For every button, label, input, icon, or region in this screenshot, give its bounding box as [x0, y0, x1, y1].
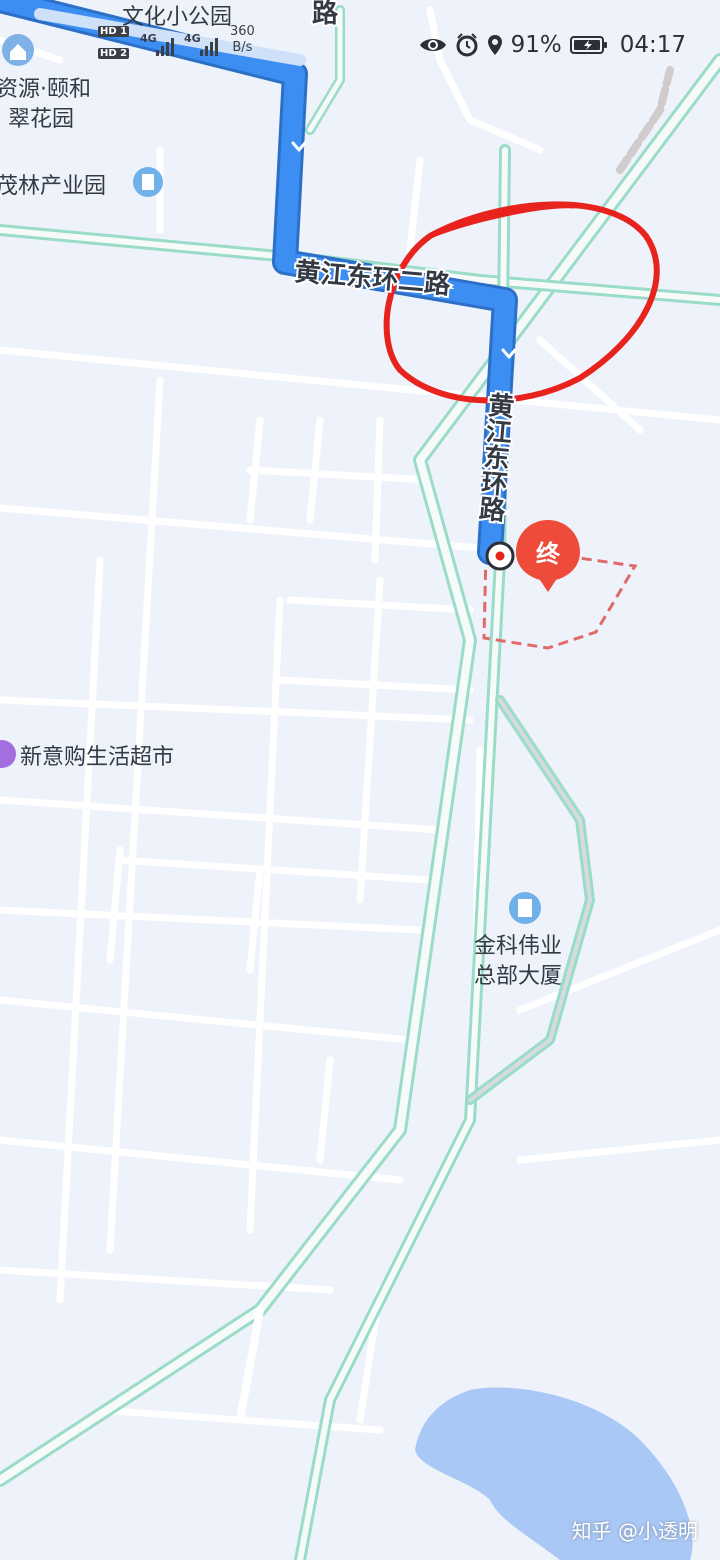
- poi-label-office-line2: 总部大厦: [474, 964, 562, 989]
- eye-icon: [419, 35, 447, 55]
- network-speed-value: 360: [230, 24, 255, 39]
- destination-marker-label: 终: [536, 540, 561, 568]
- sim1-badge: HD 1: [98, 26, 130, 37]
- building-icon-glyph: [142, 174, 154, 190]
- poi-label-residential-line2: 翠花园: [8, 107, 74, 132]
- battery-percent: 91%: [510, 32, 562, 58]
- status-time: 04:17: [619, 32, 686, 58]
- sim2-badge: HD 2: [98, 48, 130, 59]
- network-speed: 360 B/s: [230, 24, 255, 56]
- network-speed-unit: B/s: [232, 40, 253, 55]
- poi-label-office-line1: 金科伟业: [474, 934, 562, 959]
- road-label-top: 路: [312, 0, 339, 29]
- route-end-point: [485, 541, 515, 571]
- poi-label-residential-line1: 资源·颐和: [0, 77, 91, 102]
- building-icon-glyph: [518, 899, 532, 917]
- net-type-2: 4G: [184, 32, 201, 45]
- signal-bars-icon: [156, 36, 176, 56]
- network-status: HD 1 HD 2 4G 4G 360 B/s: [98, 22, 268, 66]
- signal-bars-icon: [200, 36, 220, 56]
- alarm-icon: [455, 33, 479, 57]
- poi-supermarket[interactable]: 新意购生活超市: [0, 740, 174, 770]
- poi-label-industrial-park: 茂林产业园: [0, 174, 106, 199]
- watermark: 知乎 @小透明: [571, 1519, 698, 1543]
- status-bar: 91% 04:17: [419, 28, 686, 62]
- poi-label-supermarket: 新意购生活超市: [20, 745, 174, 770]
- battery-icon: [569, 35, 608, 55]
- map-canvas[interactable]: 路 黄江东环二路 黄江东环路 文化小公园 资源·颐和 翠花园 茂林产业园 新意购…: [0, 0, 720, 1560]
- location-icon: [487, 34, 503, 56]
- net-type-1: 4G: [140, 32, 157, 45]
